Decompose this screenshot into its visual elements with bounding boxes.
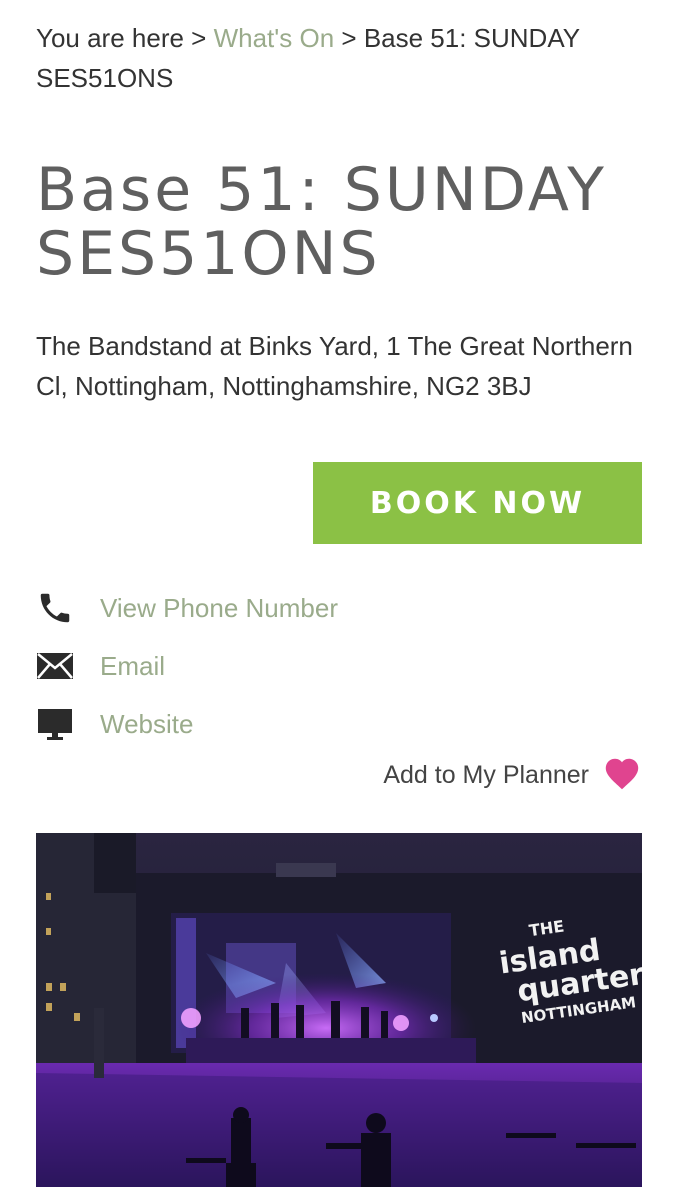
event-photo: THE island quarter NOTTINGHAM (36, 833, 642, 1187)
breadcrumb-link-whats-on[interactable]: What's On (214, 23, 335, 53)
breadcrumb: You are here > What's On > Base 51: SUND… (36, 18, 636, 98)
event-address: The Bandstand at Binks Yard, 1 The Great… (36, 331, 633, 401)
heart-icon[interactable] (603, 756, 641, 795)
page-title-line1: Base 51: SUNDAY (36, 155, 607, 225)
contact-email-row[interactable]: Email (36, 644, 436, 688)
breadcrumb-prefix: You are here > (36, 23, 207, 53)
contact-phone-row[interactable]: View Phone Number (36, 586, 436, 630)
page-title: Base 51: SUNDAY SES51ONS (36, 158, 646, 286)
page-title-line2: SES51ONS (36, 219, 381, 289)
view-phone-number-link[interactable]: View Phone Number (100, 593, 338, 624)
monitor-icon (36, 705, 74, 743)
add-to-planner[interactable]: Add to My Planner (383, 756, 641, 795)
add-to-planner-label: Add to My Planner (383, 761, 589, 789)
email-link[interactable]: Email (100, 651, 165, 682)
contact-website-row[interactable]: Website (36, 702, 436, 746)
website-link[interactable]: Website (100, 709, 193, 740)
book-now-button[interactable]: BOOK NOW (313, 462, 642, 544)
phone-icon (36, 589, 74, 627)
envelope-icon (36, 647, 74, 685)
breadcrumb-separator: > (341, 23, 357, 53)
